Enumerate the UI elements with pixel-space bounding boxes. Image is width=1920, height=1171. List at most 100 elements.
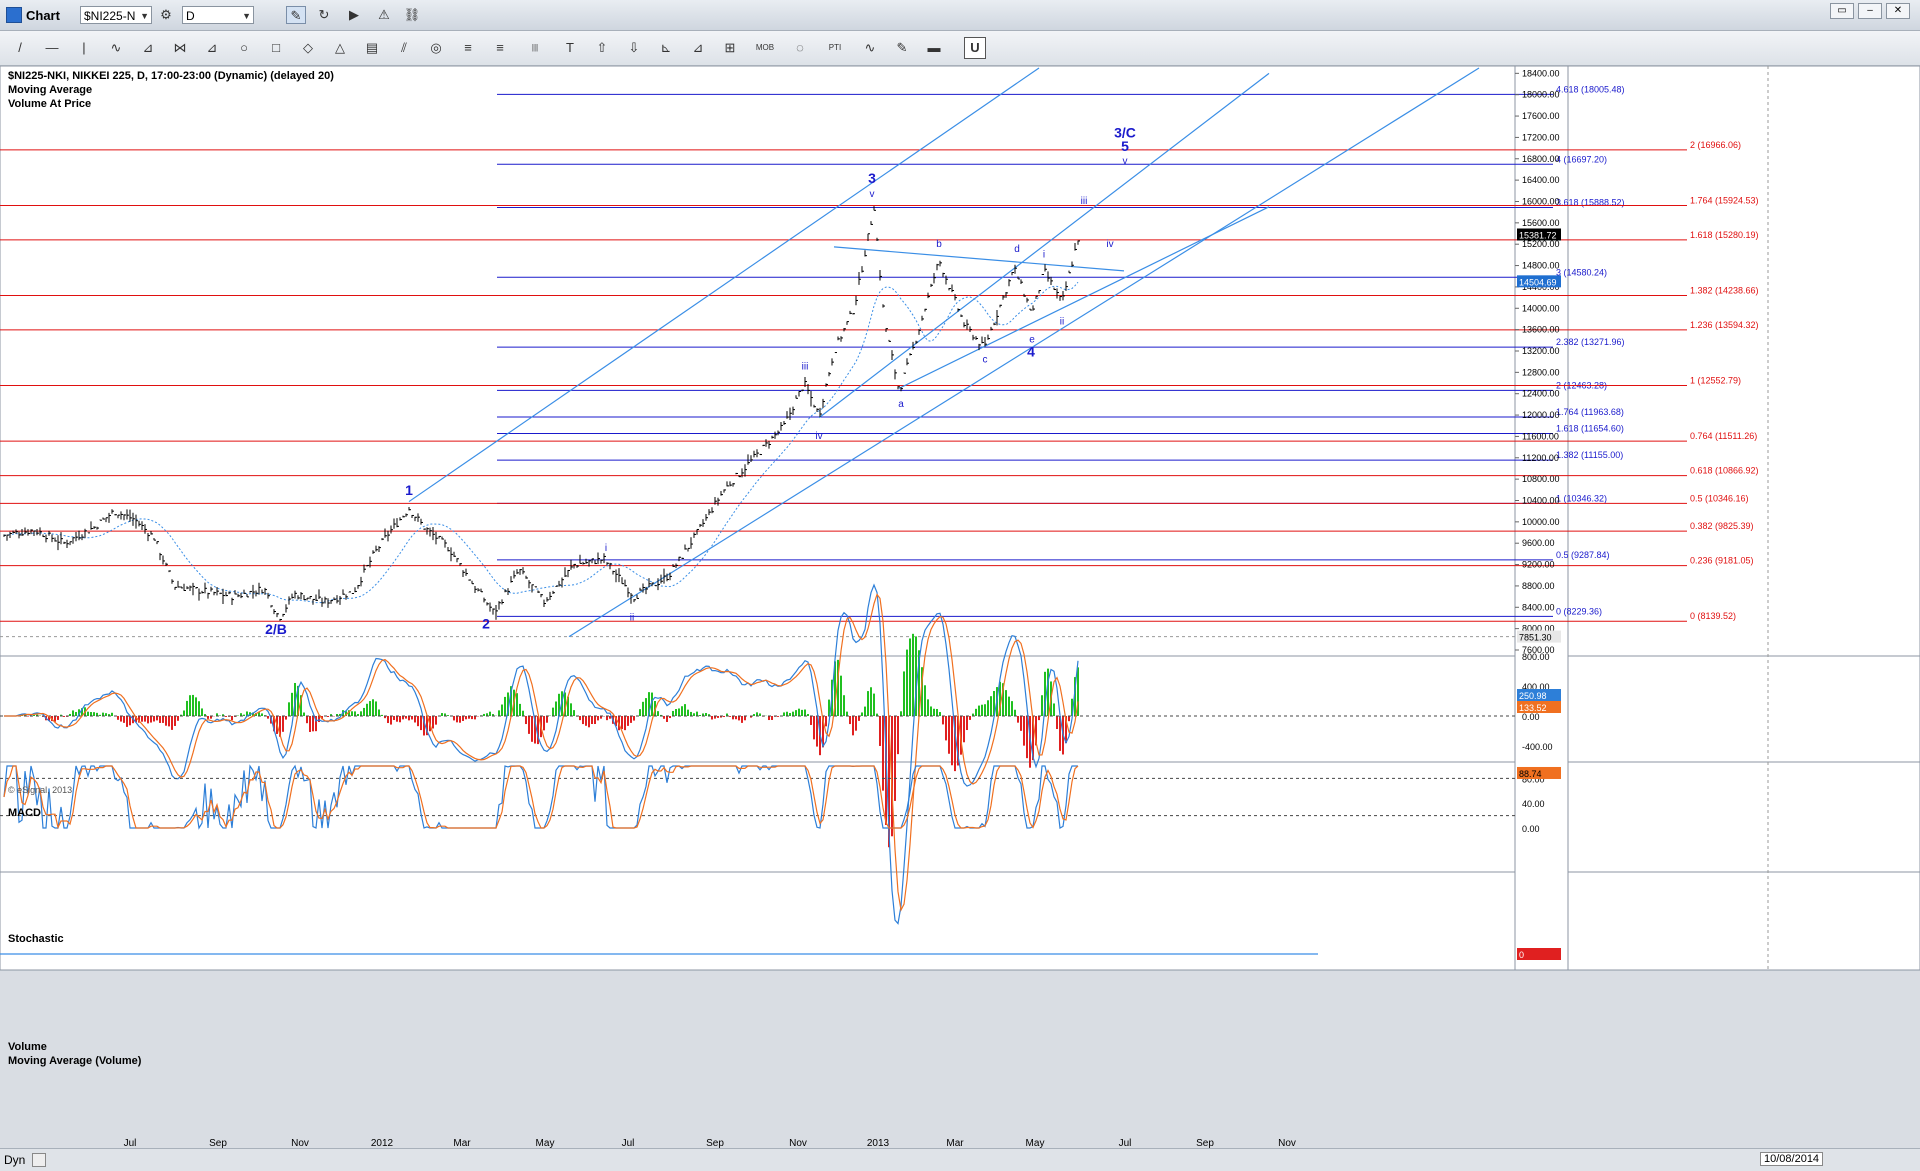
status-bar: Dyn 10/08/2014 [0,1148,1920,1171]
wave-label: v [870,189,875,200]
x-tick-label: Jul [124,1138,137,1148]
wave-label: iv [815,431,822,442]
fib-red-label: 1.236 (13594.32) [1690,320,1759,330]
macd-tick-label: -400.00 [1522,742,1553,752]
drawing-tool-14-icon[interactable]: ≡ [456,38,480,58]
scroll-left-button[interactable] [32,1153,46,1167]
minimize-window-button[interactable]: – [1858,3,1882,19]
chart-header-line1: $NI225-NKI, NIKKEI 225, D, 17:00-23:00 (… [8,70,334,82]
alert-icon[interactable]: ⚠ [374,6,394,24]
chevron-down-icon[interactable]: ▼ [242,7,251,25]
x-tick-label: Sep [706,1138,724,1148]
window-title: Chart [26,8,60,23]
restore-window-button[interactable]: ▭ [1830,3,1854,19]
y-tick-label: 10400.00 [1522,495,1560,505]
y-tick-label: 15600.00 [1522,218,1560,228]
drawing-tool-9-icon[interactable]: ◇ [296,38,320,58]
drawing-tool-0-icon[interactable]: / [8,38,32,58]
fib-red-label: 0.5 (10346.16) [1690,493,1749,503]
drawing-tool-19-icon[interactable]: ⇩ [622,38,646,58]
wave-label: iii [802,362,809,373]
drawing-tool-5-icon[interactable]: ⋈ [168,38,192,58]
play-icon[interactable]: ▶ [344,6,364,24]
drawing-tool-28-icon[interactable]: ▬ [922,38,946,58]
drawing-tool-3-icon[interactable]: ∿ [104,38,128,58]
link-icon[interactable]: ⚙ [156,6,176,24]
drawing-tool-7-icon[interactable]: ○ [232,38,256,58]
chart-area[interactable]: 4.618 (18005.48)4 (16697.20)3.618 (15888… [0,66,1920,1148]
x-tick-label: Mar [453,1138,471,1148]
wave-label: 2/B [265,621,287,637]
chevron-down-icon[interactable]: ▼ [140,7,149,25]
drawing-tool-20-icon[interactable]: ⊾ [654,38,678,58]
drawing-tool-13-icon[interactable]: ◎ [424,38,448,58]
drawing-tool-18-icon[interactable]: ⇧ [590,38,614,58]
drawing-tool-15-icon[interactable]: ≡ [488,38,512,58]
pencil-icon[interactable]: ✎ [286,6,306,24]
fib-blue-label: 3 (14580.24) [1556,267,1607,277]
chart-header-line2: Moving Average [8,84,92,96]
drawing-tool-10-icon[interactable]: △ [328,38,352,58]
fib-blue-label: 4 (16697.20) [1556,154,1607,164]
date-badge: 10/08/2014 [1760,1152,1824,1166]
drawing-tool-27-icon[interactable]: ✎ [890,38,914,58]
fib-blue-label: 0 (8229.36) [1556,606,1602,616]
magnet-lock-icon[interactable]: U [964,37,986,59]
stochastic-label: Stochastic [8,933,64,945]
volume-ma-label: Moving Average (Volume) [8,1055,142,1067]
signal-value-badge: 133.52 [1519,703,1547,713]
drawing-tool-26-icon[interactable]: ∿ [858,38,882,58]
drawing-tool-25-icon[interactable]: PTI [820,38,850,58]
y-tick-label: 12400.00 [1522,389,1560,399]
drawing-tool-21-icon[interactable]: ⊿ [686,38,710,58]
fib-blue-label: 4.618 (18005.48) [1556,84,1625,94]
x-tick-label: 2012 [371,1138,394,1148]
fib-red-label: 1.618 (15280.19) [1690,230,1759,240]
fib-blue-label: 1.618 (11654.60) [1556,424,1624,434]
close-window-button[interactable]: ✕ [1886,3,1910,19]
y-tick-label: 16400.00 [1522,175,1560,185]
y-tick-label: 15200.00 [1522,239,1560,249]
refresh-icon[interactable]: ↻ [314,6,334,24]
x-tick-label: Jul [1119,1138,1132,1148]
drawing-tool-12-icon[interactable]: ⫽ [392,38,416,58]
interval-input[interactable]: D ▼ [182,6,254,24]
drawing-tool-8-icon[interactable]: □ [264,38,288,58]
drawing-tool-22-icon[interactable]: ⊞ [718,38,742,58]
drawing-tool-17-icon[interactable]: T [558,38,582,58]
drawing-tool-4-icon[interactable]: ⊿ [136,38,160,58]
fib-red-label: 1.764 (15924.53) [1690,196,1759,206]
y-tick-label: 7600.00 [1522,645,1555,655]
wave-label: i [1043,250,1045,261]
pane-0 [0,66,1920,657]
fib-red-label: 1 (12552.79) [1690,376,1741,386]
drawing-tool-2-icon[interactable]: | [72,38,96,58]
fib-blue-label: 1.764 (11963.68) [1556,407,1624,417]
y-tick-label: 13200.00 [1522,346,1560,356]
wave-label: a [898,399,904,410]
y-tick-label: 10000.00 [1522,517,1560,527]
wave-label: b [936,239,942,250]
stoch-tick-label: 40.00 [1522,799,1545,809]
drawing-tool-1-icon[interactable]: — [40,38,64,58]
drawing-tool-24-icon[interactable]: ◌ [788,38,812,58]
y-tick-label: 12000.00 [1522,410,1560,420]
symbol-input[interactable]: $NI225-N ▼ [80,6,152,24]
drawing-tool-6-icon[interactable]: ⊿ [200,38,224,58]
link-chain-icon[interactable]: ⛓ [402,6,422,24]
macd-value-badge: 250.98 [1519,691,1547,701]
y-tick-label: 17200.00 [1522,132,1560,142]
drawing-tool-16-icon[interactable]: ||| [520,38,550,58]
stoch-tick-label: 0.00 [1522,824,1540,834]
drawing-tool-23-icon[interactable]: MOB [750,38,780,58]
wave-label: 2 [482,616,490,632]
wave-label: 1 [405,482,413,498]
wave-label: iv [1106,239,1113,250]
wave-label: c [983,355,988,366]
symbol-value: $NI225-N [84,9,136,23]
fib-red-label: 1.382 (14238.66) [1690,286,1759,296]
ma-value-badge: 14504.69 [1519,277,1557,287]
fib-red-label: 0.764 (11511.26) [1690,431,1757,441]
y-tick-label: 16000.00 [1522,196,1560,206]
drawing-tool-11-icon[interactable]: ▤ [360,38,384,58]
